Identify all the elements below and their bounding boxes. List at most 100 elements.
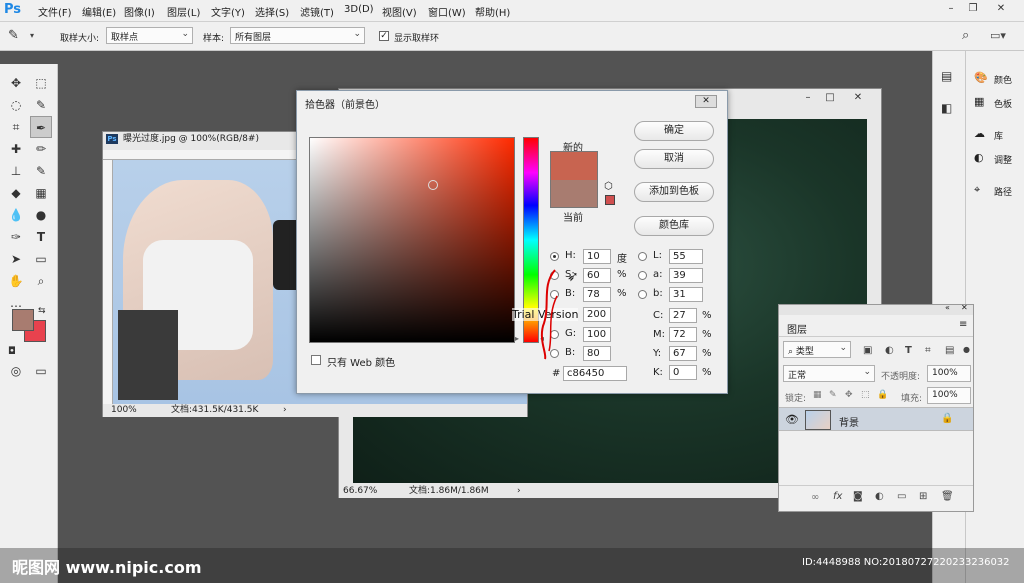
fill-input[interactable]: 100% xyxy=(927,387,971,404)
dodge-tool-icon[interactable]: ● xyxy=(30,204,52,226)
ok-button[interactable]: 确定 xyxy=(634,121,714,141)
panel-swatches[interactable]: 色板 xyxy=(994,97,1012,110)
menu-edit[interactable]: 编辑(E) xyxy=(82,4,116,19)
type-tool-icon[interactable]: T xyxy=(30,226,52,248)
doc2-maximize-button[interactable]: □ xyxy=(819,90,841,106)
move-tool-icon[interactable]: ✥ xyxy=(5,72,27,94)
menu-select[interactable]: 选择(S) xyxy=(255,4,289,19)
doc2-zoom[interactable]: 66.67% xyxy=(343,484,377,498)
lock-pixels-icon[interactable]: ▦ xyxy=(813,390,822,400)
panel-paths[interactable]: 路径 xyxy=(994,185,1012,198)
hue-slider-left-arrow-icon[interactable]: ▸ xyxy=(515,334,519,343)
add-to-swatches-button[interactable]: 添加到色板 xyxy=(634,182,714,202)
chevron-right-icon[interactable]: › xyxy=(283,404,287,417)
adjustments-icon[interactable]: ◐ xyxy=(974,151,984,164)
menu-file[interactable]: 文件(F) xyxy=(38,4,72,19)
add-mask-icon[interactable]: ◙ xyxy=(853,491,863,502)
show-ring-checkbox[interactable]: ✓ xyxy=(379,31,389,41)
hex-input[interactable]: c86450 xyxy=(563,366,627,381)
filter-adjust-icon[interactable]: ◐ xyxy=(885,345,894,356)
color-selector-ring[interactable] xyxy=(428,180,438,190)
h-input[interactable]: 10 xyxy=(583,249,611,264)
panel-color[interactable]: 颜色 xyxy=(994,73,1012,86)
quick-select-tool-icon[interactable]: ✎ xyxy=(30,94,52,116)
a-input[interactable]: 39 xyxy=(669,268,703,283)
doc2-minimize-button[interactable]: – xyxy=(797,90,819,106)
link-layers-icon[interactable]: ∞ xyxy=(811,492,819,503)
menu-view[interactable]: 视图(V) xyxy=(382,4,417,19)
doc1-zoom[interactable]: 100% xyxy=(111,404,137,417)
color-libraries-button[interactable]: 颜色库 xyxy=(634,216,714,236)
foreground-color-swatch[interactable] xyxy=(12,309,34,331)
swatches-icon[interactable]: ▦ xyxy=(974,95,984,108)
fx-icon[interactable]: fx xyxy=(833,491,842,502)
gradient-tool-icon[interactable]: ▦ xyxy=(30,182,52,204)
out-of-gamut-cube-icon[interactable]: ⬡ xyxy=(604,181,613,192)
panel-libraries[interactable]: 库 xyxy=(994,129,1003,142)
layers-tab[interactable]: 图层 xyxy=(787,321,807,336)
eraser-tool-icon[interactable]: ◆ xyxy=(5,182,27,204)
pen-tool-icon[interactable]: ✑ xyxy=(5,226,27,248)
saturation-brightness-field[interactable] xyxy=(309,137,515,343)
menu-help[interactable]: 帮助(H) xyxy=(475,4,510,19)
lab-b-input[interactable]: 31 xyxy=(669,287,703,302)
stamp-tool-icon[interactable]: ⊥ xyxy=(5,160,27,182)
properties-panel-icon[interactable]: ◧ xyxy=(941,101,952,115)
blend-mode-select[interactable]: 正常 ⌄ xyxy=(783,365,875,382)
l-input[interactable]: 55 xyxy=(669,249,703,264)
current-color-swatch[interactable] xyxy=(550,180,598,208)
lock-move-icon[interactable]: ✥ xyxy=(845,390,853,400)
visibility-eye-icon[interactable]: 👁 xyxy=(785,413,799,426)
layer-name[interactable]: 背景 xyxy=(839,414,859,429)
crop-tool-icon[interactable]: ⌗ xyxy=(5,116,27,138)
zoom-tool-icon[interactable]: ⌕ xyxy=(30,270,52,292)
rectangle-tool-icon[interactable]: ▭ xyxy=(30,248,52,270)
cancel-button[interactable]: 取消 xyxy=(634,149,714,169)
brush-tool-icon[interactable]: ✏ xyxy=(30,138,52,160)
new-layer-icon[interactable]: ⊞ xyxy=(919,491,927,502)
menu-layer[interactable]: 图层(L) xyxy=(167,4,200,19)
lock-paint-icon[interactable]: ✎ xyxy=(829,390,837,400)
filter-type-icon[interactable]: T xyxy=(905,345,912,356)
hue-radio[interactable] xyxy=(550,252,559,261)
gamut-warning-swatch[interactable] xyxy=(605,195,615,205)
filter-smart-icon[interactable]: ▤ xyxy=(945,345,954,356)
search-icon[interactable]: ⌕ xyxy=(962,28,969,43)
eyedropper-icon[interactable]: ✎ xyxy=(8,28,19,43)
lock-all-icon[interactable]: 🔒 xyxy=(877,390,888,400)
healing-tool-icon[interactable]: ✚ xyxy=(5,138,27,160)
workspace-icon[interactable]: ▭▾ xyxy=(990,29,1006,42)
delete-layer-icon[interactable]: 🗑 xyxy=(941,491,954,502)
c-input[interactable]: 27 xyxy=(669,308,697,323)
eyedropper-tool-icon[interactable]: ✒ xyxy=(30,116,52,138)
new-group-icon[interactable]: ▭ xyxy=(897,491,906,502)
panel-menu-icon[interactable]: ≡ xyxy=(959,319,967,330)
paths-icon[interactable]: ⌖ xyxy=(974,183,980,197)
screen-mode-icon[interactable]: ▭ xyxy=(30,360,52,382)
quick-mask-icon[interactable]: ◎ xyxy=(5,360,27,382)
menu-window[interactable]: 窗口(W) xyxy=(428,4,466,19)
g-input[interactable]: 100 xyxy=(583,327,611,342)
filter-toggle-icon[interactable]: ● xyxy=(963,345,970,354)
path-select-icon[interactable]: ➤ xyxy=(5,248,27,270)
close-panel-icon[interactable]: ✕ xyxy=(961,303,968,312)
hand-tool-icon[interactable]: ✋ xyxy=(5,270,27,292)
kind-filter-select[interactable]: ⌕ 类型 ⌄ xyxy=(783,341,851,358)
m-input[interactable]: 72 xyxy=(669,327,697,342)
doc2-close-button[interactable]: ✕ xyxy=(847,90,869,106)
minimize-button[interactable]: – xyxy=(940,1,962,17)
adjustment-layer-icon[interactable]: ◐ xyxy=(875,491,884,502)
close-button[interactable]: ✕ xyxy=(990,1,1012,17)
opacity-input[interactable]: 100% xyxy=(927,365,971,382)
history-brush-icon[interactable]: ✎ xyxy=(30,160,52,182)
panel-adjustments[interactable]: 调整 xyxy=(994,153,1012,166)
maximize-button[interactable]: ❐ xyxy=(962,1,984,17)
menu-filter[interactable]: 滤镜(T) xyxy=(300,4,334,19)
history-panel-icon[interactable]: ▤ xyxy=(941,69,952,83)
libraries-icon[interactable]: ☁ xyxy=(974,127,985,140)
swap-colors-icon[interactable]: ⇆ xyxy=(38,306,46,316)
s-input[interactable]: 60 xyxy=(583,268,611,283)
layer-row-background[interactable]: 👁 背景 🔒 xyxy=(779,407,973,431)
a-radio[interactable] xyxy=(638,271,647,280)
collapse-icon[interactable]: « xyxy=(945,303,950,312)
